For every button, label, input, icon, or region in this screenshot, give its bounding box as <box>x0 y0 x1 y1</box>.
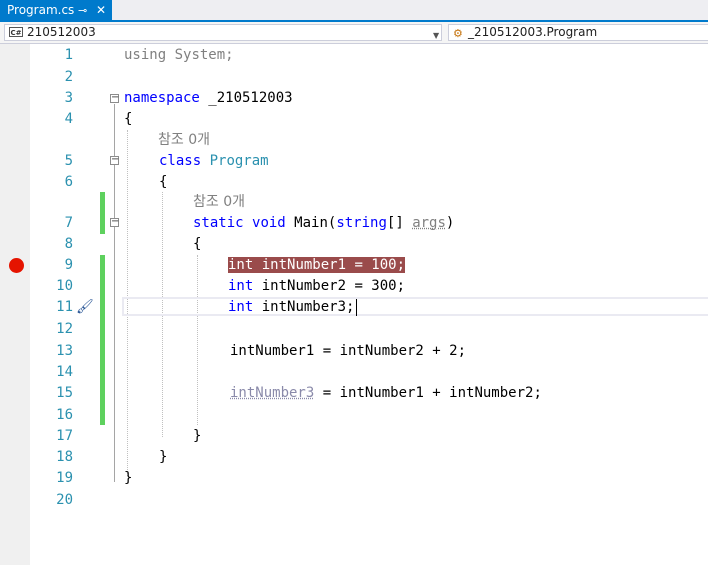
brace: } <box>159 449 168 465</box>
unused-parameter: args <box>412 215 446 231</box>
csharp-project-icon: C# <box>9 27 23 37</box>
class-name: _210512003.Program <box>468 25 598 39</box>
code-text: intNumber1 = 100; <box>253 257 406 273</box>
code-text: ) <box>445 215 455 231</box>
line-number: 16 <box>56 407 73 423</box>
code-line-1[interactable]: using System; <box>124 45 234 66</box>
code-line-19[interactable]: } <box>124 468 132 489</box>
brace: { <box>159 174 168 190</box>
tab-program-cs[interactable]: Program.cs ⊸ ✕ <box>0 0 112 22</box>
breakpoint-highlight: int intNumber1 = 100; <box>228 257 406 273</box>
method-name: Main( <box>285 215 337 231</box>
line-number: 1 <box>64 47 73 63</box>
brace: { <box>193 236 202 252</box>
line-number: 4 <box>64 111 73 127</box>
line-number: 6 <box>64 174 73 190</box>
line-number: 9 <box>64 257 73 273</box>
brace: } <box>193 428 202 444</box>
pin-icon[interactable]: ⊸ <box>78 0 87 21</box>
class-dropdown[interactable]: ⚙ _210512003.Program <box>448 24 708 41</box>
line-number: 20 <box>56 492 73 508</box>
current-line-highlight <box>122 297 708 316</box>
namespace-name: _210512003 <box>199 90 293 106</box>
code-text: intNumber1 = intNumber2 + 2; <box>230 343 467 359</box>
code-text: [] <box>386 215 413 231</box>
keyword: void <box>252 215 286 231</box>
indent-guide <box>197 255 198 425</box>
keyword: using <box>124 47 167 63</box>
quick-actions-brush-icon[interactable]: 🖌 <box>76 299 94 315</box>
codelens-references[interactable]: 참조 0개 <box>158 130 210 151</box>
code-text: System; <box>166 47 234 63</box>
line-number: 13 <box>56 343 73 359</box>
line-number: 15 <box>56 385 73 401</box>
line-number: 7 <box>64 215 73 231</box>
line-number: 10 <box>56 278 73 294</box>
line-number: 14 <box>56 364 73 380</box>
code-line-18[interactable]: } <box>159 447 167 468</box>
change-marker <box>100 255 105 425</box>
code-line-5[interactable]: class Program <box>159 151 269 172</box>
keyword: int <box>228 278 254 294</box>
class-icon: ⚙ <box>453 27 463 40</box>
brace: } <box>124 470 133 486</box>
keyword: namespace <box>124 90 200 106</box>
brace: { <box>124 111 133 127</box>
code-line-9[interactable]: int intNumber1 = 100; <box>228 255 406 276</box>
unused-variable: intNumber3 <box>230 385 315 401</box>
code-line-6[interactable]: { <box>159 172 167 193</box>
codelens-references[interactable]: 참조 0개 <box>193 192 245 213</box>
line-number: 18 <box>56 449 73 465</box>
keyword: int <box>228 299 254 315</box>
chevron-down-icon[interactable]: ▼ <box>433 28 439 43</box>
tab-title: Program.cs <box>7 3 75 17</box>
code-line-13[interactable]: intNumber1 = intNumber2 + 2; <box>230 341 466 362</box>
keyword: string <box>336 215 387 231</box>
code-text: intNumber3; <box>253 299 355 315</box>
collapse-method-icon[interactable]: − <box>110 217 119 227</box>
keyword: int <box>228 257 254 273</box>
line-number: 19 <box>56 470 73 486</box>
code-line-11[interactable]: int intNumber3; <box>228 297 354 318</box>
code-text: = intNumber1 + intNumber2; <box>314 385 542 401</box>
breakpoint-icon[interactable] <box>9 258 24 273</box>
keyword: static <box>193 215 244 231</box>
code-line-17[interactable]: } <box>193 426 201 447</box>
project-name: 210512003 <box>27 25 96 39</box>
class-name: Program <box>209 153 269 169</box>
document-tab-strip: Program.cs ⊸ ✕ <box>0 0 708 22</box>
code-line-8[interactable]: { <box>193 234 201 255</box>
code-line-15[interactable]: intNumber3 = intNumber1 + intNumber2; <box>230 383 542 404</box>
project-dropdown[interactable]: C# 210512003 ▼ <box>4 24 442 41</box>
line-number: 12 <box>56 321 73 337</box>
navigation-bar: C# 210512003 ▼ ⚙ _210512003.Program <box>0 22 708 44</box>
line-number: 2 <box>64 69 73 85</box>
text-caret <box>356 299 357 316</box>
line-number: 17 <box>56 428 73 444</box>
code-line-10[interactable]: int intNumber2 = 300; <box>228 276 405 297</box>
keyword: class <box>159 153 202 169</box>
line-number: 5 <box>64 153 73 169</box>
change-marker <box>100 192 105 234</box>
collapse-class-icon[interactable]: − <box>110 155 119 165</box>
collapse-namespace-icon[interactable]: − <box>110 93 119 103</box>
line-number: 11 <box>56 299 73 315</box>
code-line-4[interactable]: { <box>124 109 132 130</box>
code-text: intNumber2 = 300; <box>253 278 406 294</box>
code-line-7[interactable]: static void Main(string[] args) <box>193 213 454 234</box>
line-number: 3 <box>64 90 73 106</box>
line-number: 8 <box>64 236 73 252</box>
glyph-margin[interactable] <box>0 44 30 565</box>
close-icon[interactable]: ✕ <box>96 0 106 21</box>
code-line-3[interactable]: namespace _210512003 <box>124 88 293 109</box>
